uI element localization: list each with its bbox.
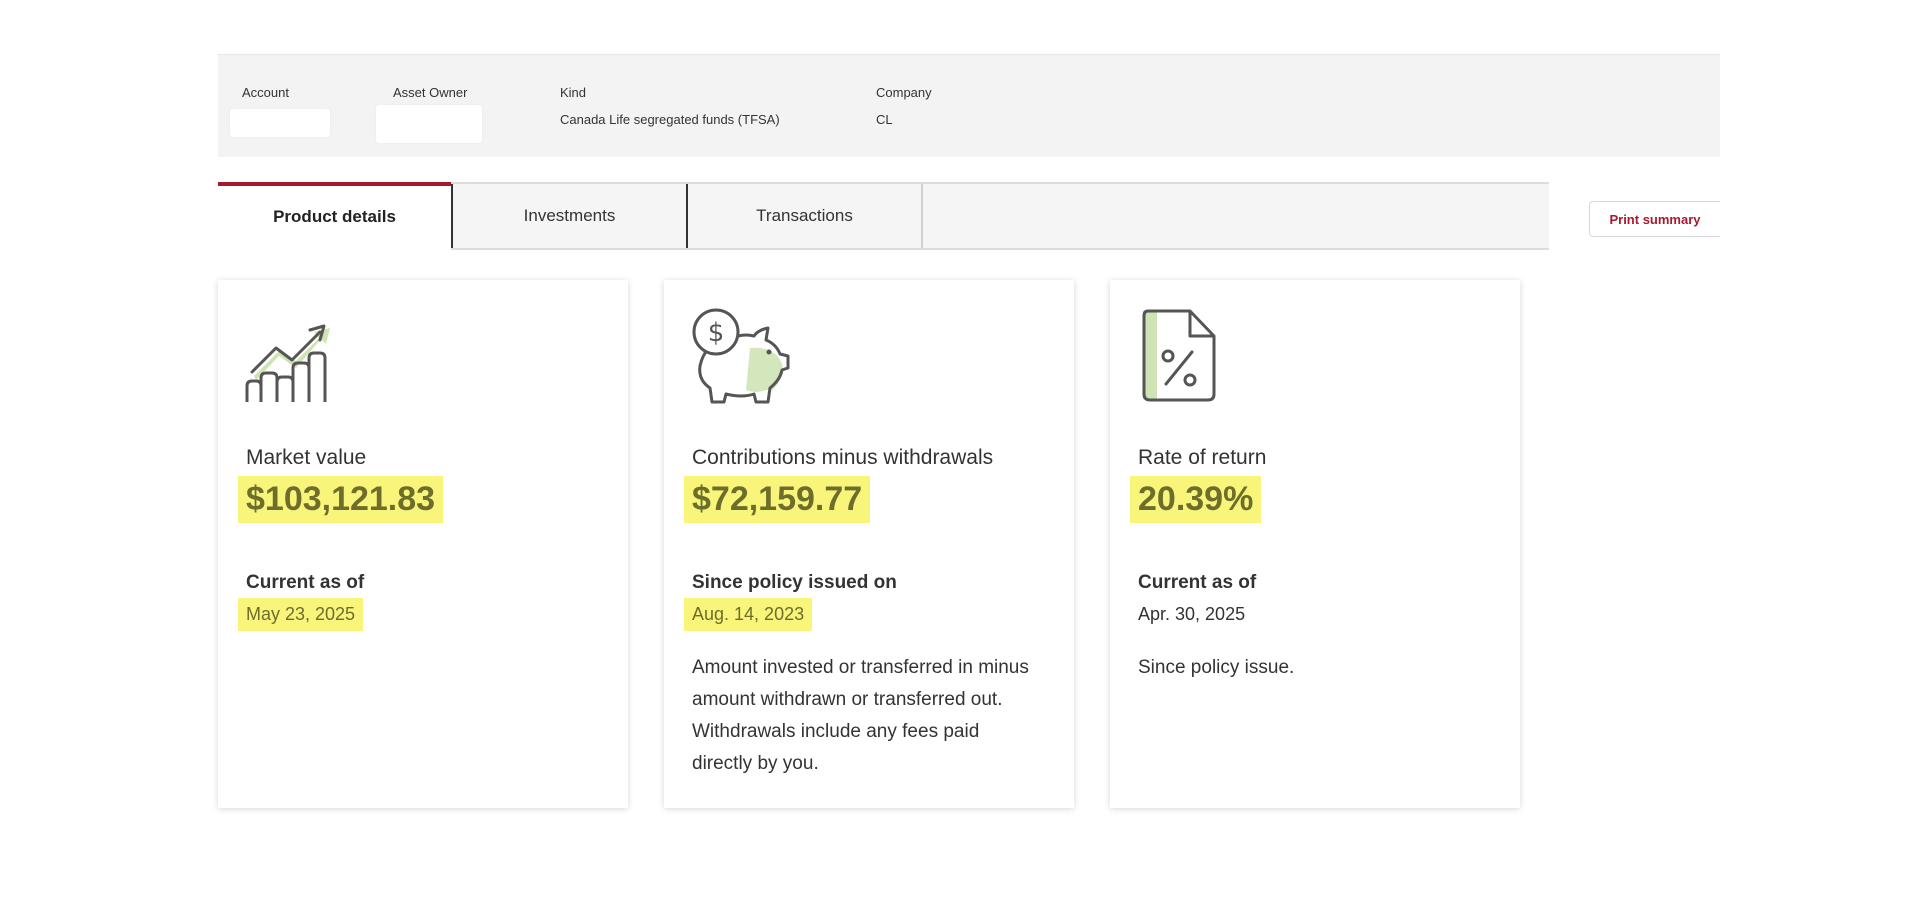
card-title: Rate of return xyxy=(1138,446,1267,469)
tab-product-details[interactable]: Product details xyxy=(218,182,451,250)
market-value-date: May 23, 2025 xyxy=(238,598,364,631)
percent-document-icon xyxy=(1140,308,1220,409)
company-column: Company CL xyxy=(876,85,932,127)
policy-issued-date: Aug. 14, 2023 xyxy=(684,598,813,631)
rate-of-return-value: 20.39% xyxy=(1130,476,1262,523)
kind-label: Kind xyxy=(560,85,587,100)
company-value: CL xyxy=(876,112,893,127)
tab-divider xyxy=(921,184,923,248)
contributions-card: $ Contributions minus withdrawals $72,15… xyxy=(664,280,1074,808)
market-value-card: Market value $103,121.83 Current as of M… xyxy=(218,280,628,808)
account-info-bar: Account Asset Owner Kind Canada Life seg… xyxy=(218,54,1720,157)
tab-investments[interactable]: Investments xyxy=(453,182,686,250)
contributions-amount: $72,159.77 xyxy=(684,476,871,523)
account-label: Account xyxy=(242,85,289,100)
company-label: Company xyxy=(876,85,932,100)
card-title: Contributions minus withdrawals xyxy=(692,446,994,469)
market-value-amount: $103,121.83 xyxy=(238,476,444,523)
card-description: Since policy issue. xyxy=(1138,657,1295,678)
account-column: Account xyxy=(242,85,289,100)
card-sub-label: Since policy issued on xyxy=(692,572,897,593)
card-description: Amount invested or transferred in minus … xyxy=(692,657,1029,774)
tab-transactions[interactable]: Transactions xyxy=(688,182,921,250)
kind-column: Kind Canada Life segregated funds (TFSA) xyxy=(560,85,780,127)
account-value-redacted xyxy=(230,109,330,137)
kind-value: Canada Life segregated funds (TFSA) xyxy=(560,112,780,127)
asset-owner-label: Asset Owner xyxy=(393,85,468,100)
piggy-bank-icon: $ xyxy=(690,306,794,411)
svg-text:$: $ xyxy=(708,318,725,348)
growth-chart-icon xyxy=(244,306,344,411)
card-title: Market value xyxy=(246,446,367,469)
card-sub-label: Current as of xyxy=(246,572,365,593)
asset-owner-value-redacted xyxy=(376,105,482,143)
rate-of-return-card: Rate of return 20.39% Current as of Apr.… xyxy=(1110,280,1520,808)
print-summary-button[interactable]: Print summary xyxy=(1589,201,1720,237)
rate-of-return-date: Apr. 30, 2025 xyxy=(1138,604,1246,624)
tab-bar: Product details Investments Transactions xyxy=(218,182,1549,250)
asset-owner-column: Asset Owner xyxy=(393,85,467,100)
card-sub-label: Current as of xyxy=(1138,572,1257,593)
